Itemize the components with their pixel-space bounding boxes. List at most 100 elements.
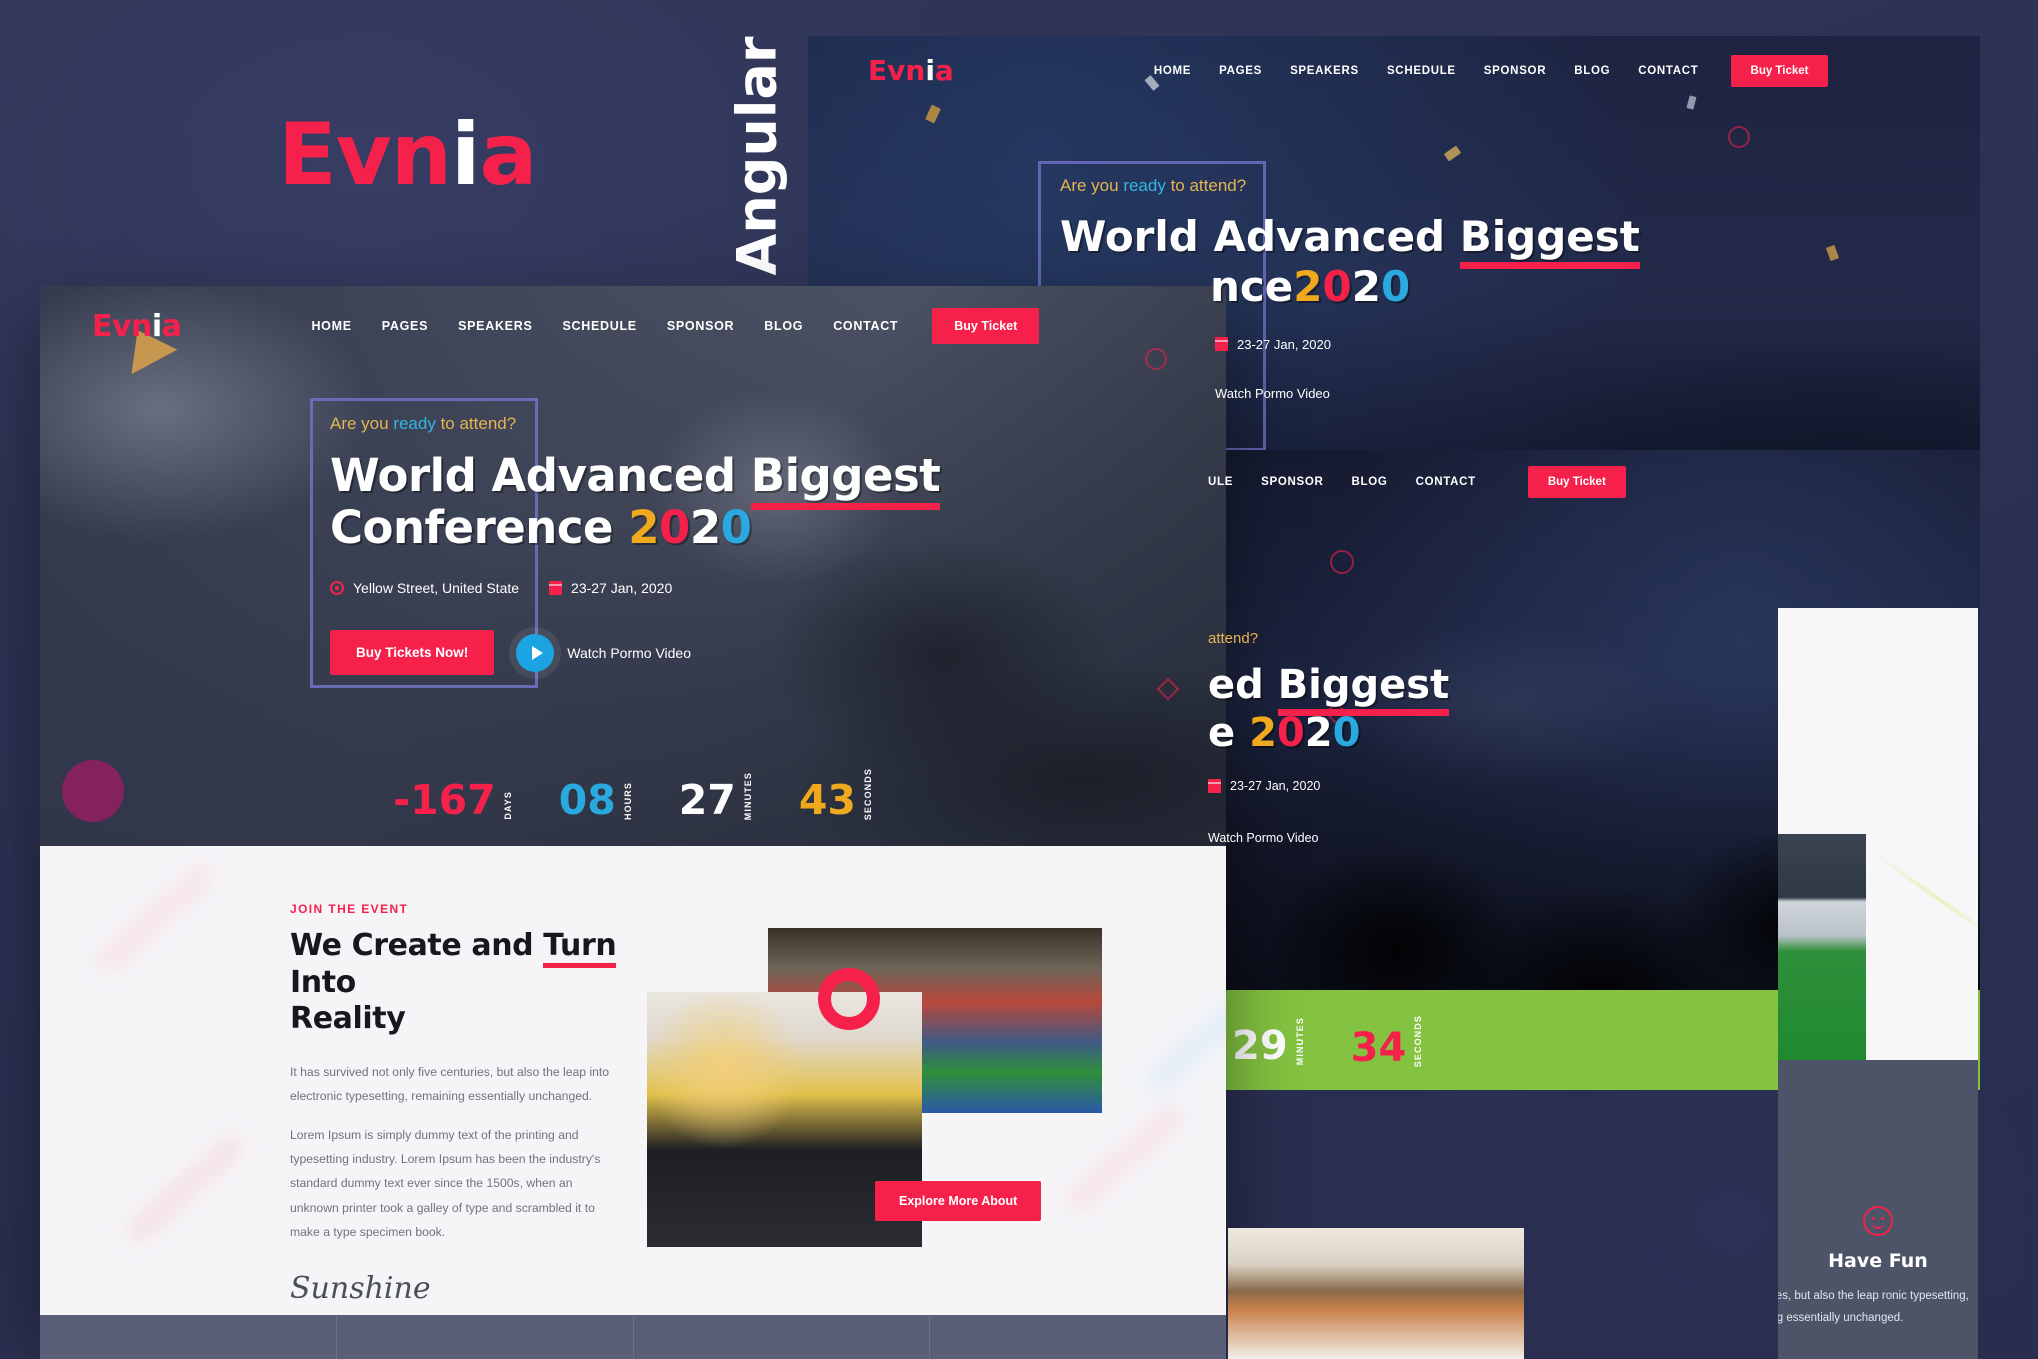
about-copy: JOIN THE EVENT We Create and Turn Into Re… [290,902,620,1315]
year-digit-1: 2 [1293,262,1323,312]
nav-menu-mid: ULE SPONSOR BLOG CONTACT Buy Ticket [1208,466,1626,498]
watch-video-back[interactable]: Watch Pormo Video [1215,386,1640,401]
have-fun-text: d not only five centuries, but also the … [1778,1290,1969,1324]
title-part1: ed [1208,662,1278,708]
framework-label-text: Angular [725,36,789,276]
nav-item-speakers[interactable]: SPEAKERS [458,319,532,333]
eyebrow-highlight: ready [1123,176,1166,195]
evnia-logo-front[interactable]: Evnia [92,308,182,344]
nav-menu-back: HOME PAGES SPEAKERS SCHEDULE SPONSOR BLO… [1154,65,1699,77]
watch-video-label: Watch Pormo Video [567,644,692,661]
nav-item-schedule-partial[interactable]: ULE [1208,476,1233,488]
nav-menu-front: HOME PAGES SPEAKERS SCHEDULE SPONSOR BLO… [311,319,898,333]
about-paragraph-2: Lorem Ipsum is simply dummy text of the … [290,1127,601,1240]
footer-cell [634,1315,931,1359]
year-digit-2: 0 [1322,262,1352,312]
countdown-minutes-label: MINUTES [1294,1016,1305,1066]
smiley-icon [1863,1206,1893,1236]
buy-ticket-button-mid[interactable]: Buy Ticket [1527,466,1626,498]
eyebrow-part1: Are you [1060,176,1124,195]
smiley-mouth [1872,1222,1884,1229]
navbar-back: Evnia HOME PAGES SPEAKERS SCHEDULE SPONS… [808,54,1980,87]
purple-circle-decor [62,760,124,822]
streak-decor [120,1129,250,1249]
countdown-days: -167 DAYS [393,776,513,825]
footer-cell [40,1315,337,1359]
circle-decor [1728,126,1750,148]
hero-date-back: 23-27 Jan, 2020 [1215,337,1640,352]
evnia-logo-back[interactable]: Evnia [868,54,954,87]
nav-item-pages[interactable]: PAGES [1219,65,1262,77]
eyebrow-highlight: ready [393,414,436,433]
footer-cell [337,1315,634,1359]
signature: Sunshine [290,1270,431,1306]
nav-item-home[interactable]: HOME [1154,65,1191,77]
play-icon [516,633,555,672]
watch-promo-video[interactable]: Watch Pormo Video [516,633,692,672]
nav-item-blog[interactable]: BLOG [764,319,803,333]
eyebrow-part2: to attend? [1165,176,1247,195]
circle-decor [1330,550,1354,574]
about-title: We Create and Turn Into Reality [290,928,620,1038]
nav-item-blog[interactable]: BLOG [1352,476,1388,488]
countdown-hours: 08 HOURS [559,780,633,821]
countdown-seconds: 43 SECONDS [799,766,873,821]
hero-title-mid: ed Biggest e 2020 [1208,661,1450,757]
hero-date-mid: 23-27 Jan, 2020 [1208,779,1449,793]
about-title-highlight: Turn [543,928,617,968]
sliver-photo [1778,834,1866,1060]
hero-eyebrow-mid: attend? [1208,630,1259,647]
nav-item-contact[interactable]: CONTACT [833,319,898,333]
nav-item-contact[interactable]: CONTACT [1638,65,1698,77]
hero-content-front: Are you ready to attend? World Advanced … [330,414,941,676]
explore-more-button[interactable]: Explore More About [875,1181,1042,1221]
nav-item-sponsor[interactable]: SPONSOR [1261,476,1323,488]
buy-ticket-button-back[interactable]: Buy Ticket [1730,54,1829,87]
nav-item-blog[interactable]: BLOG [1574,65,1610,77]
watch-video-label: Watch Pormo Video [1215,385,1330,401]
nav-item-pages[interactable]: PAGES [382,319,428,333]
nav-item-home[interactable]: HOME [311,319,351,333]
light-streak-decor [1867,848,1978,949]
streak-decor [1140,979,1226,1099]
logo-text-part2: a [161,308,182,344]
framework-label: Angular [722,26,792,286]
buy-tickets-now-button[interactable]: Buy Tickets Now! [330,630,495,676]
title-part1: World Advanced [1060,212,1460,261]
about-eyebrow: JOIN THE EVENT [290,902,409,916]
preview-panel-white-sliver [1778,608,1978,1060]
nav-item-sponsor[interactable]: SPONSOR [667,319,734,333]
about-title-part2: Into [290,964,356,1000]
bottom-photo-strip [1228,1228,1524,1359]
eyebrow-part2: to attend? [435,414,517,433]
evnia-wordmark: Evnia [278,112,538,198]
countdown-hours-label: HOURS [622,781,633,820]
hero-eyebrow-back: Are you ready to attend? [1060,176,1640,196]
watch-video-mid[interactable]: Watch Pormo Video [1208,831,1449,845]
title-highlight: Biggest [1459,212,1640,269]
hero-section: Evnia HOME PAGES SPEAKERS SCHEDULE SPONS… [40,286,1226,846]
countdown-minutes-value: 27 [678,776,736,825]
year-digit-4: 0 [1381,262,1411,312]
hero-date-text: 23-27 Jan, 2020 [1230,779,1321,793]
streak-decor [90,859,220,979]
nav-item-schedule[interactable]: SCHEDULE [1387,65,1456,77]
nav-item-sponsor[interactable]: SPONSOR [1484,65,1546,77]
countdown-days-value: -167 [393,776,496,825]
countdown-days-label: DAYS [502,791,513,820]
logo-text-part1: Evn [278,105,452,205]
nav-item-speakers[interactable]: SPEAKERS [1290,65,1359,77]
nav-item-contact[interactable]: CONTACT [1416,476,1476,488]
logo-text-part2: a [479,105,538,205]
year-digit-1: 2 [1249,710,1277,756]
buy-ticket-button-front[interactable]: Buy Ticket [932,308,1040,344]
hero-date: 23-27 Jan, 2020 [549,580,672,596]
logo-text-part1: Evn [868,54,926,87]
navbar-front: Evnia HOME PAGES SPEAKERS SCHEDULE SPONS… [40,286,1226,344]
logo-text-i: i [925,54,935,87]
countdown-minutes-green: 29 MINUTES [1232,1015,1305,1066]
showcase-canvas: Evnia Angular Evnia HOME PAGES SPEAKERS … [0,0,2038,1359]
about-title-part3: Reality [290,1001,406,1037]
nav-item-schedule[interactable]: SCHEDULE [562,319,636,333]
year-digit-3: 2 [689,501,721,555]
